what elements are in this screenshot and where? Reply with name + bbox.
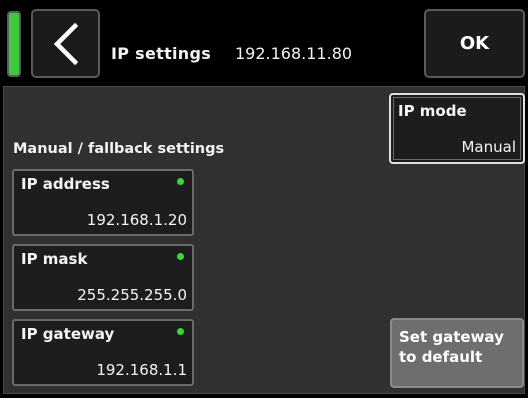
status-led-icon [177, 178, 184, 185]
set-gateway-default-button[interactable]: Set gateway to default [390, 318, 524, 388]
chevron-left-icon [53, 22, 78, 65]
status-led-icon [177, 328, 184, 335]
ip-gateway-value: 192.168.1.1 [96, 361, 187, 379]
ip-mask-label: IP mask [21, 250, 88, 268]
set-gateway-label-line2: to default [399, 348, 483, 366]
back-button[interactable] [31, 9, 100, 78]
ip-mode-button[interactable]: IP mode Manual [389, 93, 525, 164]
ip-mode-label: IP mode [398, 102, 467, 120]
ip-address-value: 192.168.1.20 [86, 211, 187, 229]
ip-gateway-label: IP gateway [21, 325, 115, 343]
ok-button[interactable]: OK [424, 9, 525, 78]
ip-gateway-field[interactable]: IP gateway 192.168.1.1 [12, 319, 194, 386]
ip-mask-value: 255.255.255.0 [77, 286, 187, 304]
ip-address-field[interactable]: IP address 192.168.1.20 [12, 169, 194, 236]
current-ip-readout: 192.168.11.80 [235, 44, 353, 63]
page-title: IP settings [111, 44, 212, 63]
section-label: Manual / fallback settings [13, 141, 225, 157]
set-gateway-label-line1: Set gateway [399, 328, 504, 346]
ip-mask-field[interactable]: IP mask 255.255.255.0 [12, 244, 194, 311]
status-led-icon [177, 253, 184, 260]
ip-settings-screen: IP settings 192.168.11.80 OK Manual / fa… [0, 0, 528, 398]
ip-mode-value: Manual [461, 138, 516, 156]
status-indicator [7, 11, 21, 77]
ip-address-label: IP address [21, 175, 110, 193]
